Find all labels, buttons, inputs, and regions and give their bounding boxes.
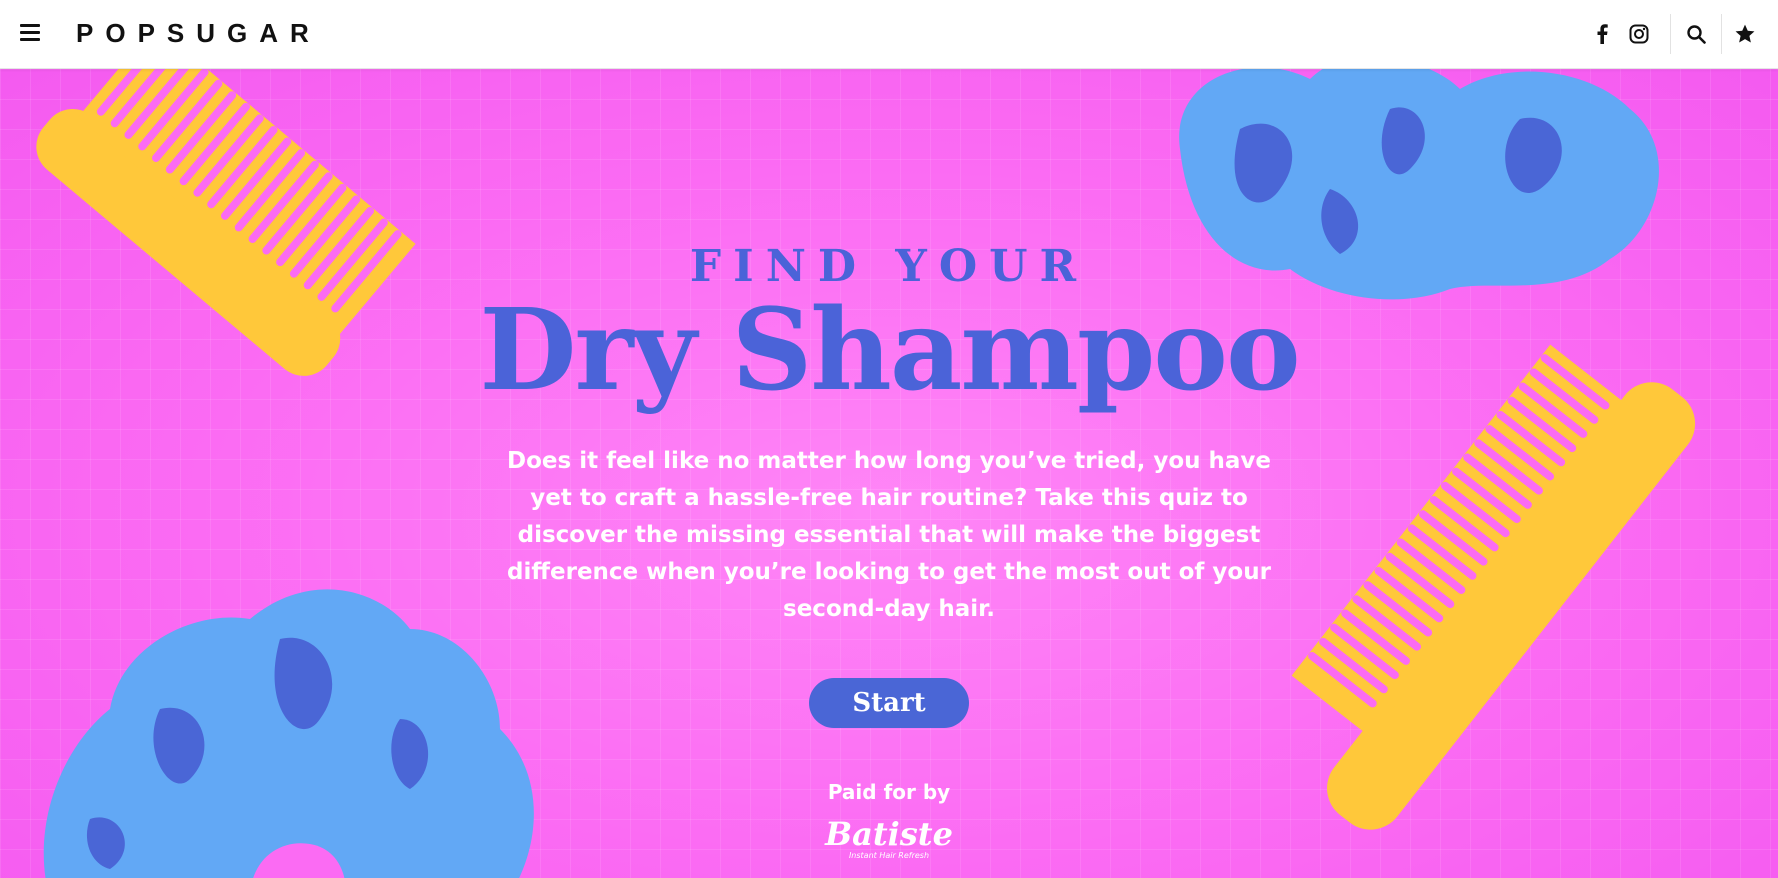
quiz-intro-text: Does it feel like no matter how long you… — [507, 448, 1271, 622]
site-header: POPSUGAR — [0, 0, 1778, 69]
facebook-icon[interactable] — [1590, 22, 1614, 46]
star-icon[interactable] — [1733, 22, 1757, 46]
sponsor-label: Paid for by — [827, 780, 951, 804]
header-divider — [1721, 14, 1722, 54]
quiz-hero: FIND YOUR Dry Shampoo Does it feel like … — [0, 69, 1778, 878]
hamburger-menu-icon[interactable] — [20, 24, 40, 42]
sponsor-logo[interactable]: Batiste — [0, 815, 1778, 853]
instagram-icon[interactable] — [1627, 22, 1651, 46]
header-divider — [1670, 14, 1671, 54]
quiz-title: Dry Shampoo — [479, 285, 1300, 416]
start-quiz-button[interactable]: Start — [809, 678, 969, 728]
site-logo[interactable]: POPSUGAR — [76, 18, 321, 49]
search-icon[interactable] — [1684, 22, 1708, 46]
sponsor-tagline: Instant Hair Refresh — [848, 851, 930, 860]
